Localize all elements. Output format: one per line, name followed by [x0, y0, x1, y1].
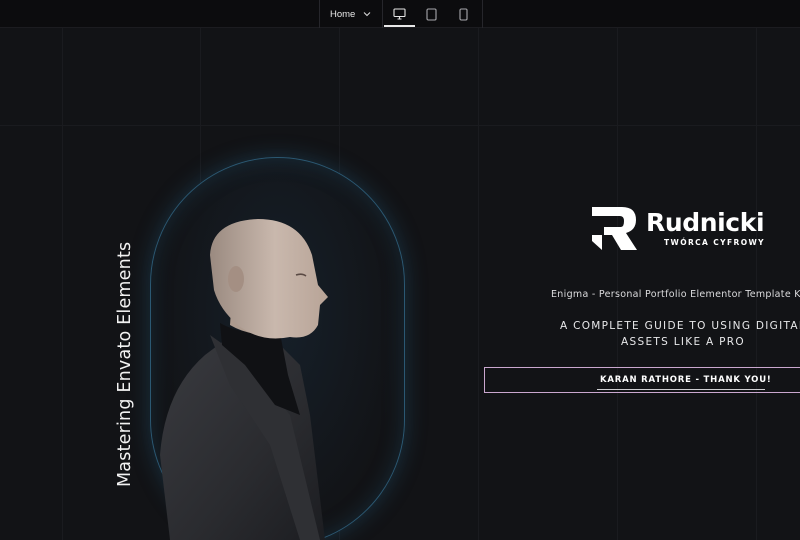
grid-line — [478, 28, 479, 540]
guide-line: A COMPLETE GUIDE TO USING DIGITAL — [559, 320, 800, 332]
tablet-view-button[interactable] — [415, 0, 447, 28]
logo[interactable]: Rudnicki TWÓRCA CYFROWY — [592, 205, 792, 253]
guide-heading: A COMPLETE GUIDE TO USING DIGITAL ASSETS… — [553, 318, 800, 350]
thank-you-label: KARAN RATHORE - THANK YOU! — [600, 375, 772, 385]
cta-underline — [597, 389, 765, 390]
grid-line — [617, 28, 618, 540]
guide-line: ASSETS LIKE A PRO — [621, 336, 745, 348]
logo-subtitle: TWÓRCA CYFROWY — [664, 238, 765, 247]
desktop-view-button[interactable] — [383, 0, 416, 28]
vertical-title: Mastering Envato Elements — [115, 241, 135, 487]
portrait-image — [160, 219, 328, 540]
logo-mark-icon — [592, 207, 637, 250]
chevron-down-icon — [363, 12, 371, 17]
mobile-view-button[interactable] — [447, 0, 479, 28]
desktop-icon — [393, 8, 406, 20]
editor-toolbar: Home — [0, 0, 800, 28]
page: Home Mastering Envato Elements Rudnicki … — [0, 0, 800, 540]
toolbar-group: Home — [319, 0, 483, 28]
tablet-icon — [426, 7, 437, 21]
grid-line — [0, 125, 800, 126]
template-title: Enigma - Personal Portfolio Elementor Te… — [551, 289, 800, 300]
grid-line — [62, 28, 63, 540]
page-select[interactable]: Home — [320, 0, 384, 28]
page-select-label: Home — [330, 8, 356, 20]
grid-line — [756, 28, 757, 540]
mobile-icon — [459, 7, 468, 21]
logo-name: Rudnicki — [646, 208, 765, 237]
